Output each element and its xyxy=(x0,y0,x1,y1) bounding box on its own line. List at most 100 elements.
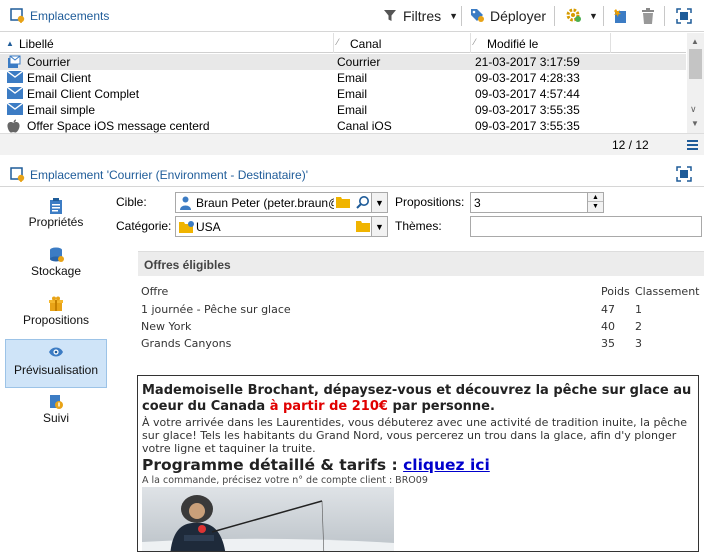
offer-row[interactable]: 1 journée - Pêche sur glace 47 1 xyxy=(138,302,704,319)
offer-name: New York xyxy=(141,320,192,333)
nav-label: Prévisualisation xyxy=(13,363,99,377)
category-folder-icon xyxy=(179,220,195,237)
preview-body: À votre arrivée dans les Laurentides, vo… xyxy=(142,416,687,455)
panel-title: Emplacements xyxy=(30,9,110,23)
column-header-label[interactable]: Libellé xyxy=(19,37,54,51)
table-row[interactable]: Courrier Courrier 21-03-2017 3:17:59 xyxy=(0,54,686,70)
propositions-value: 3 xyxy=(474,196,481,210)
database-icon xyxy=(49,247,64,262)
offer-weight: 47 xyxy=(601,303,615,316)
row-date: 21-03-2017 3:17:59 xyxy=(475,55,580,69)
nav-label: Stockage xyxy=(30,264,82,278)
offers-heading-bar: Offres éligibles xyxy=(138,251,704,276)
deploy-label: Déployer xyxy=(490,8,547,24)
email-icon xyxy=(6,86,24,102)
eye-icon xyxy=(48,346,64,360)
email-icon xyxy=(6,70,24,86)
offer-rank: 2 xyxy=(635,320,642,333)
maximize-icon[interactable] xyxy=(676,8,692,27)
cible-value: Braun Peter (peter.braun@ xyxy=(196,196,334,210)
chevron-down-icon[interactable]: ▼ xyxy=(371,193,387,212)
table-row[interactable]: Offer Space iOS message centerd Canal iOS… xyxy=(0,118,686,134)
row-label: Offer Space iOS message centerd xyxy=(27,119,210,133)
nav-stockage[interactable]: Stockage xyxy=(5,241,107,289)
row-canal: Email xyxy=(337,87,368,101)
preview-programme: Programme détaillé & tarifs : cliquez ic… xyxy=(142,456,490,474)
offer-rank: 3 xyxy=(635,337,642,350)
filters-button[interactable]: Filtres ▼ xyxy=(383,5,458,27)
nav-suivi[interactable]: Suivi xyxy=(5,388,107,436)
row-label: Email Client xyxy=(27,71,92,85)
headline-price: à partir de 210€ xyxy=(269,399,388,414)
offer-row[interactable]: Grands Canyons 35 3 xyxy=(138,336,704,353)
stepper-down-icon[interactable]: ▼ xyxy=(588,202,603,211)
preview-account-note: A la commande, précisez votre n° de comp… xyxy=(142,475,428,486)
row-canal: Email xyxy=(337,103,368,117)
column-header-canal[interactable]: Canal xyxy=(350,37,381,51)
list-footer: 12 / 12 xyxy=(0,133,704,155)
row-canal: Email xyxy=(337,71,368,85)
categorie-label: Catégorie: xyxy=(116,219,172,233)
email-icon xyxy=(6,102,24,118)
cible-field[interactable]: Braun Peter (peter.braun@ ▼ xyxy=(175,192,388,213)
chevron-down-icon: ▼ xyxy=(589,11,598,21)
locations-toolbar: Emplacements Filtres ▼ Déployer ▼ xyxy=(0,0,704,32)
nav-proprietes[interactable]: Propriétés xyxy=(5,192,107,240)
offer-row[interactable]: New York 40 2 xyxy=(138,319,704,336)
rank-column-header: Classement xyxy=(635,285,700,298)
cible-label: Cible: xyxy=(116,195,147,209)
scroll-up-icon[interactable]: ▲ xyxy=(691,37,699,46)
headline-end: par personne. xyxy=(387,399,495,414)
propositions-label: Propositions: xyxy=(395,195,465,209)
scroll-down-icon[interactable]: ∨ xyxy=(690,104,697,115)
details-link[interactable]: cliquez ici xyxy=(403,456,490,474)
row-label: Email simple xyxy=(27,103,96,117)
scroll-bottom-icon[interactable]: ▼ xyxy=(691,119,699,128)
stepper-up-icon[interactable]: ▲ xyxy=(588,193,603,202)
deploy-tag-icon xyxy=(469,7,485,26)
search-icon[interactable] xyxy=(356,195,370,212)
trash-icon[interactable] xyxy=(641,8,655,27)
detail-header: Emplacement 'Courrier (Environment - Des… xyxy=(0,161,704,187)
row-canal: Courrier xyxy=(337,55,381,69)
nav-previsualisation[interactable]: Prévisualisation xyxy=(5,339,107,388)
chevron-down-icon[interactable]: ▼ xyxy=(371,217,387,236)
detail-title: Emplacement 'Courrier (Environment - Des… xyxy=(30,168,309,182)
table-row[interactable]: Email Client Complet Email 09-03-2017 4:57… xyxy=(0,86,686,102)
offer-rank: 1 xyxy=(635,303,642,316)
offers-heading: Offres éligibles xyxy=(144,258,231,272)
maximize-icon[interactable] xyxy=(676,166,692,185)
offer-name: 1 journée - Pêche sur glace xyxy=(141,303,291,316)
actions-gear-button[interactable]: ▼ xyxy=(565,5,598,27)
column-header-modified[interactable]: Modifié le xyxy=(487,37,538,51)
table-row[interactable]: Email simple Email 09-03-2017 3:55:35 xyxy=(0,102,686,118)
row-label: Courrier xyxy=(27,55,71,69)
folder-icon[interactable] xyxy=(336,196,350,211)
row-canal: Canal iOS xyxy=(337,119,392,133)
deploy-button[interactable]: Déployer xyxy=(469,5,546,27)
nav-propositions[interactable]: Propositions xyxy=(5,290,107,338)
gift-icon xyxy=(49,296,63,311)
nav-label: Propositions xyxy=(22,313,90,327)
row-label: Email Client Complet xyxy=(27,87,140,101)
table-row[interactable]: Email Client Email 09-03-2017 4:28:33 xyxy=(0,70,686,86)
categorie-value: USA xyxy=(196,220,221,234)
themes-field[interactable] xyxy=(470,216,702,237)
categorie-field[interactable]: USA ▼ xyxy=(175,216,388,237)
record-count: 12 / 12 xyxy=(612,138,649,152)
offer-column-header: Offre xyxy=(141,285,169,298)
scrollbar-thumb[interactable] xyxy=(689,49,702,79)
list-menu-icon[interactable] xyxy=(687,139,698,153)
location-pin-icon xyxy=(10,8,26,27)
clipboard-icon xyxy=(49,198,63,214)
list-scrollbar[interactable]: ▲ ∨ ▼ xyxy=(687,33,704,133)
row-date: 09-03-2017 4:28:33 xyxy=(475,71,580,85)
programme-text: Programme détaillé & tarifs : xyxy=(142,456,404,474)
funnel-icon xyxy=(383,8,397,25)
new-item-icon[interactable] xyxy=(612,8,628,27)
offer-weight: 40 xyxy=(601,320,615,333)
row-date: 09-03-2017 3:55:35 xyxy=(475,103,580,117)
folder-icon[interactable] xyxy=(356,220,370,235)
propositions-stepper[interactable]: 3 ▲ ▼ xyxy=(470,192,604,213)
column-sort-icon: ⁄ xyxy=(474,37,476,47)
